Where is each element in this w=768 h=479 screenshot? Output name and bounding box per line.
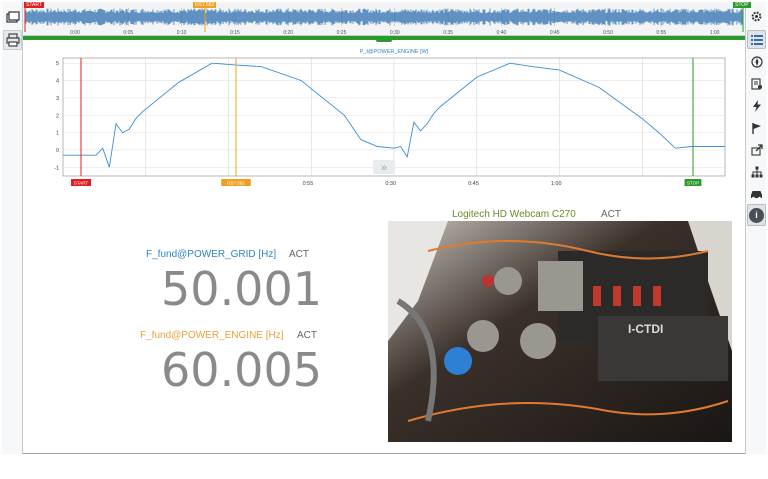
overview-strip[interactable]: 0:00 0:05 0:10 0:15 0:20 0:25 0:30 0:35 0:40 0:45… xyxy=(23,2,751,38)
x-tick-label: 0:55 xyxy=(303,181,314,187)
engine-image: I-CTDI xyxy=(388,221,732,442)
list-icon[interactable] xyxy=(747,30,766,49)
grid-frequency-label: F_fund@POWER_GRID [Hz] xyxy=(146,249,277,260)
engine-badge: I-CTDI xyxy=(628,322,663,336)
y-tick-label: 5 xyxy=(56,61,59,67)
x-tick-label: 0:45 xyxy=(468,181,479,187)
webcam-title: Logitech HD Webcam C270 xyxy=(452,209,576,220)
y-tick-label: 4 xyxy=(56,79,59,85)
lightning-icon[interactable] xyxy=(747,96,766,115)
info-icon: i xyxy=(749,207,764,223)
flag-icon[interactable] xyxy=(747,118,766,137)
y-tick-label: -1 xyxy=(54,165,59,171)
chart-expand-button[interactable]: » xyxy=(373,160,395,174)
svg-text:»: » xyxy=(381,162,387,174)
y-tick-label: 1 xyxy=(56,131,59,137)
engine-frequency-act: ACT xyxy=(297,330,317,341)
chart-cursor-tag[interactable]: 0:57.582 xyxy=(221,179,251,186)
left-toolbar xyxy=(2,2,23,454)
svg-text:0:57.582: 0:57.582 xyxy=(227,181,245,186)
main-chart[interactable]: P_t@POWER_ENGINE [W] 5 4 3 2 1 0 -1 0:55 0:30 0:45… xyxy=(23,46,745,194)
settings-gear-icon[interactable] xyxy=(747,7,766,26)
y-tick-label: 0 xyxy=(56,148,59,154)
y-tick-label: 3 xyxy=(56,96,59,102)
chart-svg[interactable]: P_t@POWER_ENGINE [W] 5 4 3 2 1 0 -1 0:55 0:30 0:45… xyxy=(23,46,745,194)
network-icon[interactable] xyxy=(747,162,766,181)
chart-start-tag[interactable]: START xyxy=(71,179,91,186)
engine-frequency-label: F_fund@POWER_ENGINE [Hz] xyxy=(140,330,284,341)
export-icon[interactable] xyxy=(747,140,766,159)
svg-text:STOP: STOP xyxy=(687,181,699,186)
y-tick-label: 2 xyxy=(56,113,59,119)
overview-waveform[interactable]: 0:00 0:05 0:10 0:15 0:20 0:25 0:30 0:35 0:40 0:45… xyxy=(23,2,745,38)
x-tick-label: 0:30 xyxy=(385,181,396,187)
webcam-view: I-CTDI xyxy=(388,221,732,442)
x-tick-label: 1:00 xyxy=(551,181,562,187)
layers-icon[interactable] xyxy=(3,8,22,28)
grid-frequency-act: ACT xyxy=(289,249,309,260)
compass-icon[interactable] xyxy=(747,52,766,71)
overview-stop-label: STOP xyxy=(733,2,751,8)
printer-icon[interactable] xyxy=(3,30,22,50)
overview-scroll-handle[interactable] xyxy=(376,36,392,49)
overview-waveform-path xyxy=(24,8,743,26)
car-icon[interactable] xyxy=(747,184,766,203)
overview-cursor-label[interactable]: 0:57.582 xyxy=(193,2,217,8)
engine-frequency-value: 60.005 xyxy=(161,343,322,397)
report-icon[interactable] xyxy=(747,74,766,93)
bottom-blank xyxy=(0,455,768,479)
grid-frequency-value: 50.001 xyxy=(161,262,322,316)
svg-text:START: START xyxy=(74,181,89,186)
webcam-act: ACT xyxy=(601,209,621,220)
chart-stop-tag[interactable]: STOP xyxy=(684,179,702,186)
chart-title: P_t@POWER_ENGINE [W] xyxy=(360,49,429,55)
info-button[interactable]: i xyxy=(747,204,766,226)
right-toolbar: i xyxy=(745,2,766,454)
overview-start-label: START xyxy=(24,2,44,8)
